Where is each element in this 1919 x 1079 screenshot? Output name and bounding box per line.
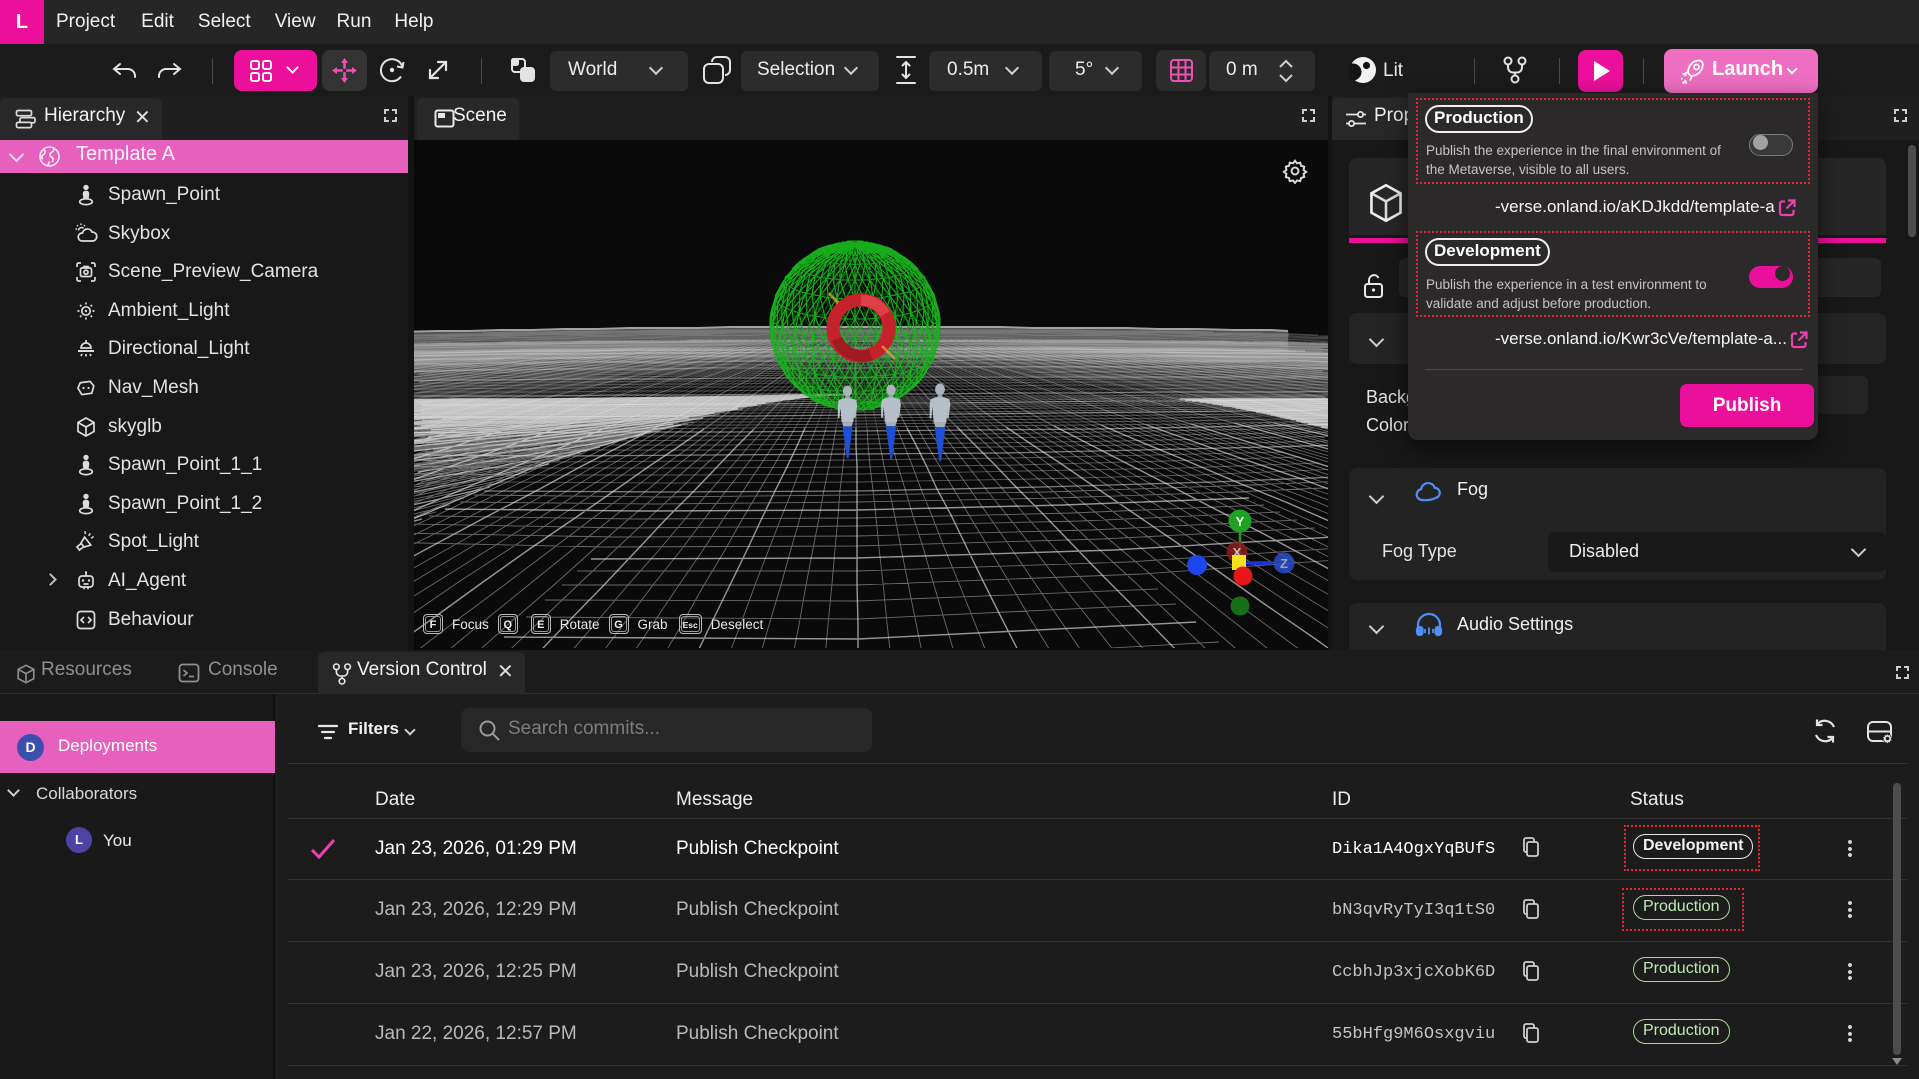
svg-text:Y: Y: [1236, 514, 1245, 529]
svg-text:Z: Z: [1280, 556, 1288, 571]
